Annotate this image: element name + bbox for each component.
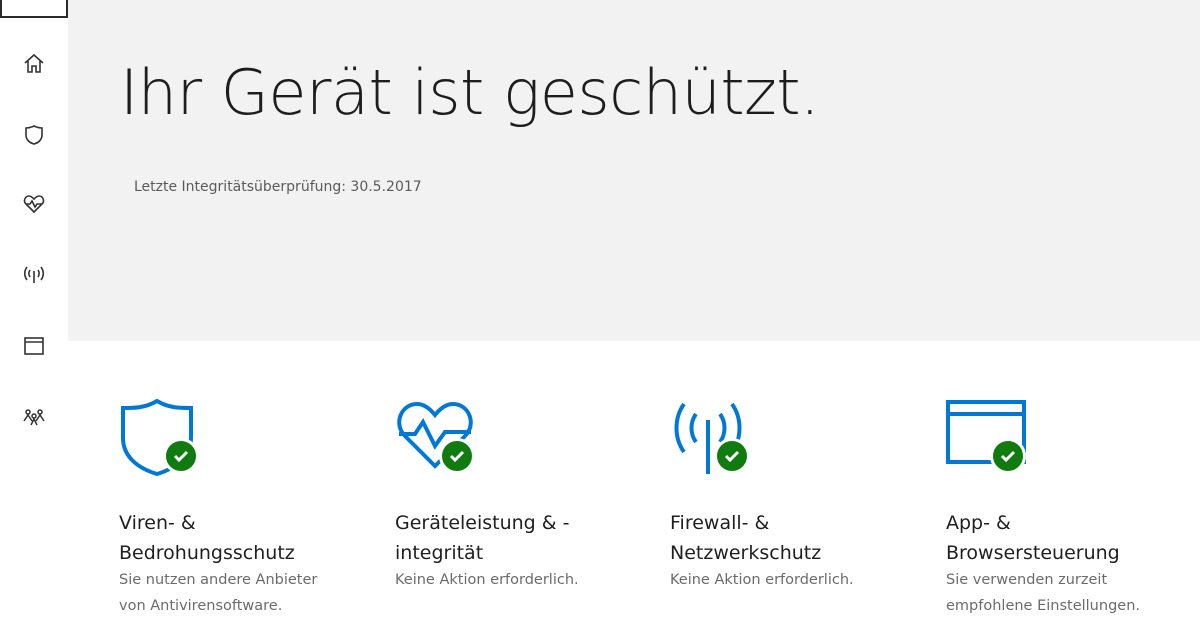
tile-description: Keine Aktion erforderlich. — [670, 572, 854, 588]
sidebar-item-device-health[interactable] — [14, 184, 54, 224]
status-banner: Ihr Gerät ist geschützt. Letzte Integrit… — [68, 0, 1200, 341]
tile-description: Sie verwenden zurzeit empfohlene Einstel… — [946, 572, 1140, 614]
home-icon — [24, 53, 44, 73]
sidebar-item-firewall[interactable] — [14, 254, 54, 294]
menu-button[interactable] — [0, 0, 68, 18]
tile-description: Sie nutzen andere Anbieter von Antiviren… — [119, 572, 318, 614]
shield-icon — [25, 125, 43, 145]
heart-pulse-icon — [23, 195, 45, 214]
page-title: Ihr Gerät ist geschützt. — [120, 56, 820, 129]
sidebar-item-family[interactable] — [14, 397, 54, 437]
sidebar-item-virus-protection[interactable] — [14, 115, 54, 155]
last-check-label: Letzte Integritätsüberprüfung: 30.5.2017 — [134, 179, 422, 195]
status-ok-icon — [163, 438, 199, 474]
tile-title: App- & Browsersteuerung — [946, 512, 1120, 564]
status-ok-icon — [990, 438, 1026, 474]
sidebar-item-app-browser[interactable] — [14, 326, 54, 366]
status-ok-icon — [439, 438, 475, 474]
tile-firewall[interactable]: Firewall- & Netzwerkschutz Keine Aktion … — [670, 398, 940, 629]
status-ok-icon — [714, 438, 750, 474]
tile-app-browser[interactable]: App- & Browsersteuerung Sie verwenden zu… — [946, 398, 1200, 629]
family-icon — [23, 409, 45, 426]
tile-title: Viren- & Bedrohungsschutz — [119, 512, 295, 564]
tile-title: Firewall- & Netzwerkschutz — [670, 512, 822, 564]
antenna-icon — [23, 266, 45, 283]
tile-title: Geräteleistung & - integrität — [395, 512, 570, 564]
tile-device-health[interactable]: Geräteleistung & - integrität Keine Akti… — [395, 398, 665, 629]
tile-description: Keine Aktion erforderlich. — [395, 572, 579, 588]
tile-virus-protection[interactable]: Viren- & Bedrohungsschutz Sie nutzen and… — [119, 398, 389, 629]
sidebar — [0, 0, 68, 629]
sidebar-item-home[interactable] — [14, 44, 54, 84]
browser-window-icon — [24, 337, 44, 355]
